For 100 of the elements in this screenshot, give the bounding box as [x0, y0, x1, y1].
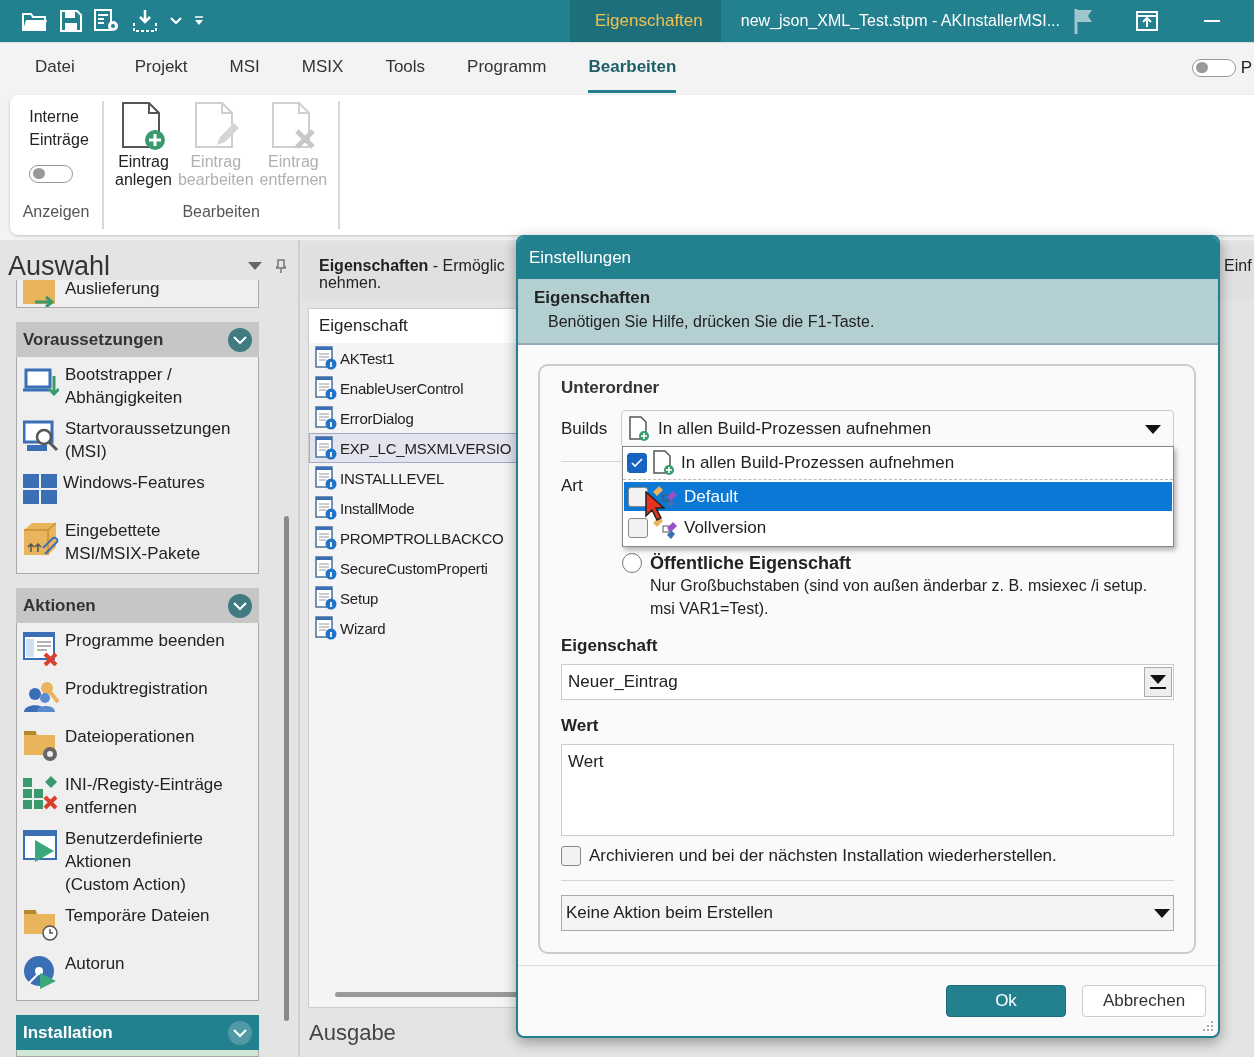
sidebar-item[interactable]: Temporäre Dateien — [17, 900, 258, 948]
save-icon[interactable] — [60, 10, 82, 32]
download-icon[interactable] — [132, 9, 158, 33]
document-plus-icon — [652, 450, 676, 476]
builds-dropdown[interactable]: In allen Build-Prozessen aufnehmen — [621, 410, 1174, 448]
checkbox-label: Archivieren und bei der nächsten Installation wiederherstellen. — [589, 846, 1057, 866]
dialog-heading: Eigenschaften — [534, 287, 652, 309]
list-row[interactable]: Wizard — [309, 613, 518, 643]
sidebar-item[interactable]: INI-/Registy-Einträge entfernen — [17, 769, 258, 823]
squares-x-icon — [23, 776, 59, 810]
menu-tab[interactable]: Programm — [467, 42, 547, 93]
pin-icon[interactable] — [276, 259, 286, 273]
radio-description: Nur Großbuchstaben (sind von außen änderbar z. B. msiexec /i setup. msi VAR1=Test). — [650, 576, 1148, 619]
dialog-title: Einstellungen — [518, 237, 1218, 279]
resize-grip-icon[interactable] — [1202, 1020, 1214, 1032]
ribbon-button[interactable]: Eintrag anlegen — [112, 101, 175, 189]
sidebar-item[interactable]: Autorun — [17, 948, 258, 996]
window-title: new_json_XML_Test.stpm - AKInstallerMSI... — [740, 11, 1060, 31]
laptop-download-icon — [23, 366, 59, 398]
diamonds-icon — [653, 484, 679, 509]
document-info-icon — [315, 586, 337, 610]
field-label: Eigenschaft — [561, 635, 659, 657]
monitor-search-icon — [23, 420, 59, 454]
section-header[interactable]: Installation — [16, 1015, 259, 1050]
list-row[interactable]: INSTALLLEVEL — [309, 463, 518, 493]
sidebar-item[interactable]: Eingebettete MSI/MSIX-Pakete — [17, 515, 258, 569]
menu-tab[interactable]: MSIX — [301, 42, 344, 93]
customize-icon[interactable] — [194, 16, 204, 26]
chevron-down-icon — [228, 1020, 252, 1045]
list-row[interactable]: Setup — [309, 583, 518, 613]
checkbox[interactable] — [561, 846, 581, 866]
window-x-icon — [23, 632, 59, 666]
sidebar-item[interactable]: Bootstrapper / Abhängigkeiten — [17, 359, 258, 413]
sidebar-item[interactable]: Startvoraussetzungen (MSI) — [17, 413, 258, 467]
folder-icon[interactable] — [22, 10, 48, 32]
document-info-icon — [315, 376, 337, 400]
dropdown-option[interactable]: In allen Build-Prozessen aufnehmen — [623, 447, 1173, 480]
group-title: Unterordner — [561, 378, 661, 398]
people-key-icon — [23, 680, 59, 714]
toggle-switch[interactable] — [29, 165, 74, 183]
list-row[interactable]: AKTest1 — [309, 343, 518, 373]
menu-tab[interactable]: Projekt — [134, 42, 188, 93]
dropdown-arrow-icon[interactable] — [248, 262, 262, 270]
section-header[interactable]: Aktionen — [16, 588, 259, 623]
ok-button[interactable]: Ok — [946, 985, 1066, 1017]
document-info-icon — [315, 616, 337, 640]
document-plus-icon — [628, 416, 650, 442]
group-label: Bearbeiten — [182, 203, 260, 222]
document-plus-icon — [120, 101, 167, 151]
section-header[interactable]: Voraussetzungen — [16, 322, 259, 357]
sidebar-item[interactable]: Produktregistration — [17, 673, 258, 721]
toggle-switch[interactable] — [1191, 58, 1236, 77]
menu-tab[interactable]: Datei — [35, 42, 75, 93]
scrollbar[interactable] — [335, 992, 518, 997]
window-play-icon — [23, 830, 59, 864]
field-label: Builds — [561, 419, 605, 439]
action-dropdown[interactable]: Keine Aktion beim Erstellen — [561, 895, 1174, 931]
box-clip-icon — [23, 522, 59, 556]
chevron-down-icon[interactable] — [170, 17, 182, 25]
help-hint: Benötigen Sie Hilfe, drücken Sie die F1-Taste. — [547, 312, 876, 332]
flag-icon[interactable] — [1074, 8, 1094, 34]
document-info-icon — [315, 436, 337, 460]
document-info-icon — [315, 346, 337, 370]
dropdown-option[interactable]: Default — [624, 482, 1172, 511]
radio-button[interactable] — [622, 553, 642, 573]
property-field[interactable]: Neuer_Eintrag — [561, 664, 1174, 700]
checkbox[interactable] — [627, 453, 647, 473]
list-row[interactable]: ErrorDialog — [309, 403, 518, 433]
document-gear-icon[interactable] — [94, 9, 120, 33]
document-info-icon — [315, 526, 337, 550]
panel-title: Ausgabe — [309, 1020, 396, 1046]
document-info-icon — [315, 406, 337, 430]
panel-description: Eigenschaften - Ermöglic nehmen. — [318, 256, 506, 293]
checkbox[interactable] — [628, 517, 648, 538]
dropdown-option[interactable]: Vollversion — [624, 513, 1172, 542]
sidebar-item[interactable]: Programme beenden — [17, 625, 258, 673]
menu-tab[interactable]: Tools — [385, 42, 426, 93]
sidebar-item[interactable]: Auslieferung — [17, 280, 258, 307]
list-row[interactable]: EnableUserControl — [309, 373, 518, 403]
list-row[interactable]: PROMPTROLLBACKCO — [309, 523, 518, 553]
scrollbar[interactable] — [284, 516, 289, 1021]
cancel-button[interactable]: Abbrechen — [1082, 985, 1206, 1017]
column-header: Einf — [1224, 256, 1253, 276]
dropdown-button[interactable] — [1144, 667, 1172, 697]
sidebar-item[interactable]: Dateioperationen — [17, 721, 258, 769]
mouse-cursor-icon — [645, 491, 665, 521]
menu-tab[interactable]: MSI — [229, 42, 260, 93]
document-x-icon — [270, 101, 317, 151]
sidebar-item[interactable]: Benutzerdefinierte Aktionen (Custom Action) — [17, 823, 258, 900]
list-row[interactable]: EXP_LC_MSXMLVERSIO — [309, 433, 518, 463]
value-field[interactable]: Wert — [561, 744, 1174, 836]
document-pencil-icon — [192, 101, 239, 151]
list-row[interactable]: InstallMode — [309, 493, 518, 523]
caret-icon — [1154, 908, 1170, 918]
checkmark-icon — [631, 458, 643, 468]
sidebar-item[interactable]: Windows-Features — [17, 467, 258, 515]
list-row[interactable]: SecureCustomProperti — [309, 553, 518, 583]
field-label: Wert — [561, 715, 600, 737]
checkbox[interactable] — [628, 486, 648, 507]
restore-icon[interactable] — [1136, 11, 1158, 31]
